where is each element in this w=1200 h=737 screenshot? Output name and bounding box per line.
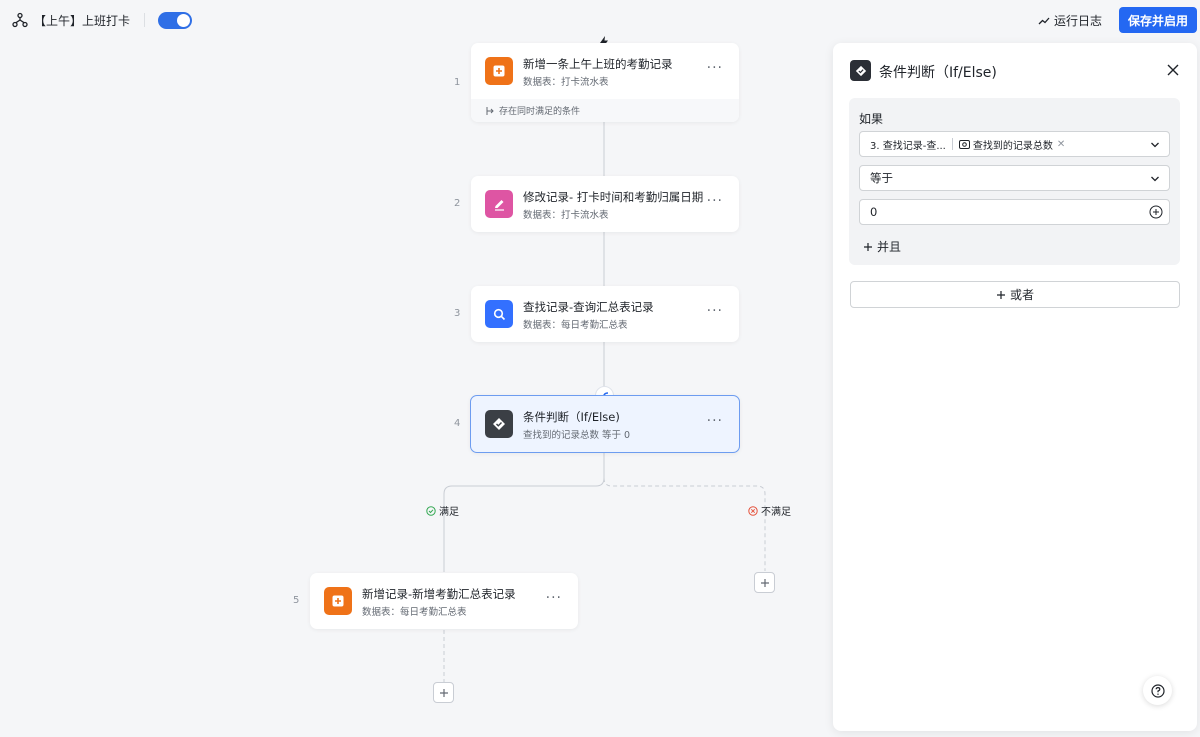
chevron-down-icon	[1151, 142, 1159, 148]
node-condition-if-else[interactable]: 条件判断（If/Else) 查找到的记录总数 等于 0 ···	[470, 395, 740, 453]
run-log-label: 运行日志	[1054, 14, 1103, 28]
operator-select[interactable]: 等于	[859, 165, 1170, 191]
insert-variable-icon[interactable]	[1149, 205, 1163, 219]
step-number: 5	[293, 595, 300, 606]
node-title: 新增一条上午上班的考勤记录	[523, 57, 673, 71]
node-condition-footer: 存在同时满足的条件	[471, 99, 739, 122]
plus-icon	[996, 290, 1005, 299]
add-step-button[interactable]	[754, 572, 775, 593]
and-label: 并且	[877, 240, 902, 254]
add-record-icon	[324, 587, 352, 615]
node-subtitle: 数据表：每日考勤汇总表	[362, 607, 467, 618]
plus-icon	[864, 242, 872, 251]
more-icon[interactable]: ···	[707, 414, 723, 428]
edit-record-icon	[485, 190, 513, 218]
help-button[interactable]	[1143, 676, 1172, 705]
step-number: 2	[454, 198, 461, 209]
field-type-icon	[958, 139, 970, 149]
branch-no-text: 不满足	[761, 507, 791, 518]
source-step-tag: 3. 查找记录-查...	[870, 140, 946, 152]
check-circle-icon	[426, 505, 436, 516]
value-input[interactable]: 0	[859, 199, 1170, 225]
panel-title: 条件判断（If/Else)	[879, 65, 997, 81]
chevron-down-icon	[1151, 176, 1159, 182]
or-label: 或者	[1009, 288, 1034, 302]
add-step-button[interactable]	[433, 682, 454, 703]
add-or-condition-button[interactable]: 或者	[850, 281, 1180, 308]
value-text: 0	[870, 205, 878, 219]
condition-icon	[850, 60, 871, 81]
field-value-tag: 查找到的记录总数	[972, 140, 1053, 152]
question-icon	[1150, 683, 1165, 698]
node-add-morning-record[interactable]: 新增一条上午上班的考勤记录 数据表：打卡流水表 ··· 存在同时满足的条件	[471, 43, 739, 122]
trend-icon	[1038, 17, 1050, 24]
operator-value: 等于	[870, 171, 893, 185]
node-edit-record[interactable]: 修改记录- 打卡时间和考勤归属日期 数据表：打卡流水表 ···	[471, 176, 739, 232]
step-number: 4	[454, 418, 461, 429]
condition-icon	[485, 410, 513, 438]
more-icon[interactable]: ···	[707, 61, 723, 75]
branch-icon	[486, 106, 494, 115]
plus-icon	[760, 578, 769, 587]
node-subtitle: 数据表：打卡流水表	[523, 210, 609, 221]
node-subtitle: 查找到的记录总数 等于 0	[523, 430, 631, 441]
condition-field-select[interactable]: 3. 查找记录-查... 查找到的记录总数 ✕	[859, 131, 1170, 157]
step-number: 3	[454, 308, 461, 319]
close-icon[interactable]	[1165, 62, 1181, 78]
remove-tag-icon[interactable]: ✕	[1057, 139, 1065, 150]
condition-group: 如果 3. 查找记录-查... 查找到的记录总数 ✕ 等于 0 并且	[849, 98, 1180, 265]
enable-toggle[interactable]	[158, 12, 192, 29]
node-subtitle: 数据表：打卡流水表	[523, 77, 609, 88]
branch-yes-text: 满足	[439, 507, 459, 518]
if-label: 如果	[859, 112, 884, 126]
top-bar: 【上午】上班打卡 运行日志 保存并启用	[0, 0, 1200, 40]
tag-divider	[951, 138, 953, 150]
node-search-record[interactable]: 查找记录-查询汇总表记录 数据表：每日考勤汇总表 ···	[471, 286, 739, 342]
run-log-button[interactable]: 运行日志	[1038, 12, 1102, 29]
node-title: 条件判断（If/Else)	[523, 410, 620, 424]
node-footer-text: 存在同时满足的条件	[499, 107, 581, 117]
step-number: 1	[454, 77, 461, 88]
add-and-condition-button[interactable]: 并且	[863, 238, 901, 255]
divider	[144, 13, 145, 27]
plus-icon	[439, 688, 448, 697]
node-title: 新增记录-新增考勤汇总表记录	[362, 587, 516, 601]
node-title: 查找记录-查询汇总表记录	[523, 300, 654, 314]
branch-no-label: 不满足	[748, 503, 791, 518]
more-icon[interactable]: ···	[707, 194, 723, 208]
node-subtitle: 数据表：每日考勤汇总表	[523, 320, 628, 331]
branch-yes-label: 满足	[426, 503, 459, 518]
node-title: 修改记录- 打卡时间和考勤归属日期	[523, 190, 704, 204]
save-and-enable-button[interactable]: 保存并启用	[1119, 7, 1197, 33]
more-icon[interactable]: ···	[707, 304, 723, 318]
x-circle-icon	[748, 505, 758, 516]
condition-config-panel: 条件判断（If/Else) 如果 3. 查找记录-查... 查找到的记录总数 ✕…	[833, 43, 1197, 731]
search-record-icon	[485, 300, 513, 328]
add-record-icon	[485, 57, 513, 85]
toggle-knob	[177, 14, 190, 27]
more-icon[interactable]: ···	[546, 591, 562, 605]
workflow-title[interactable]: 【上午】上班打卡	[34, 12, 130, 29]
node-add-summary-record[interactable]: 新增记录-新增考勤汇总表记录 数据表：每日考勤汇总表 ···	[310, 573, 578, 629]
workflow-icon	[12, 12, 28, 28]
